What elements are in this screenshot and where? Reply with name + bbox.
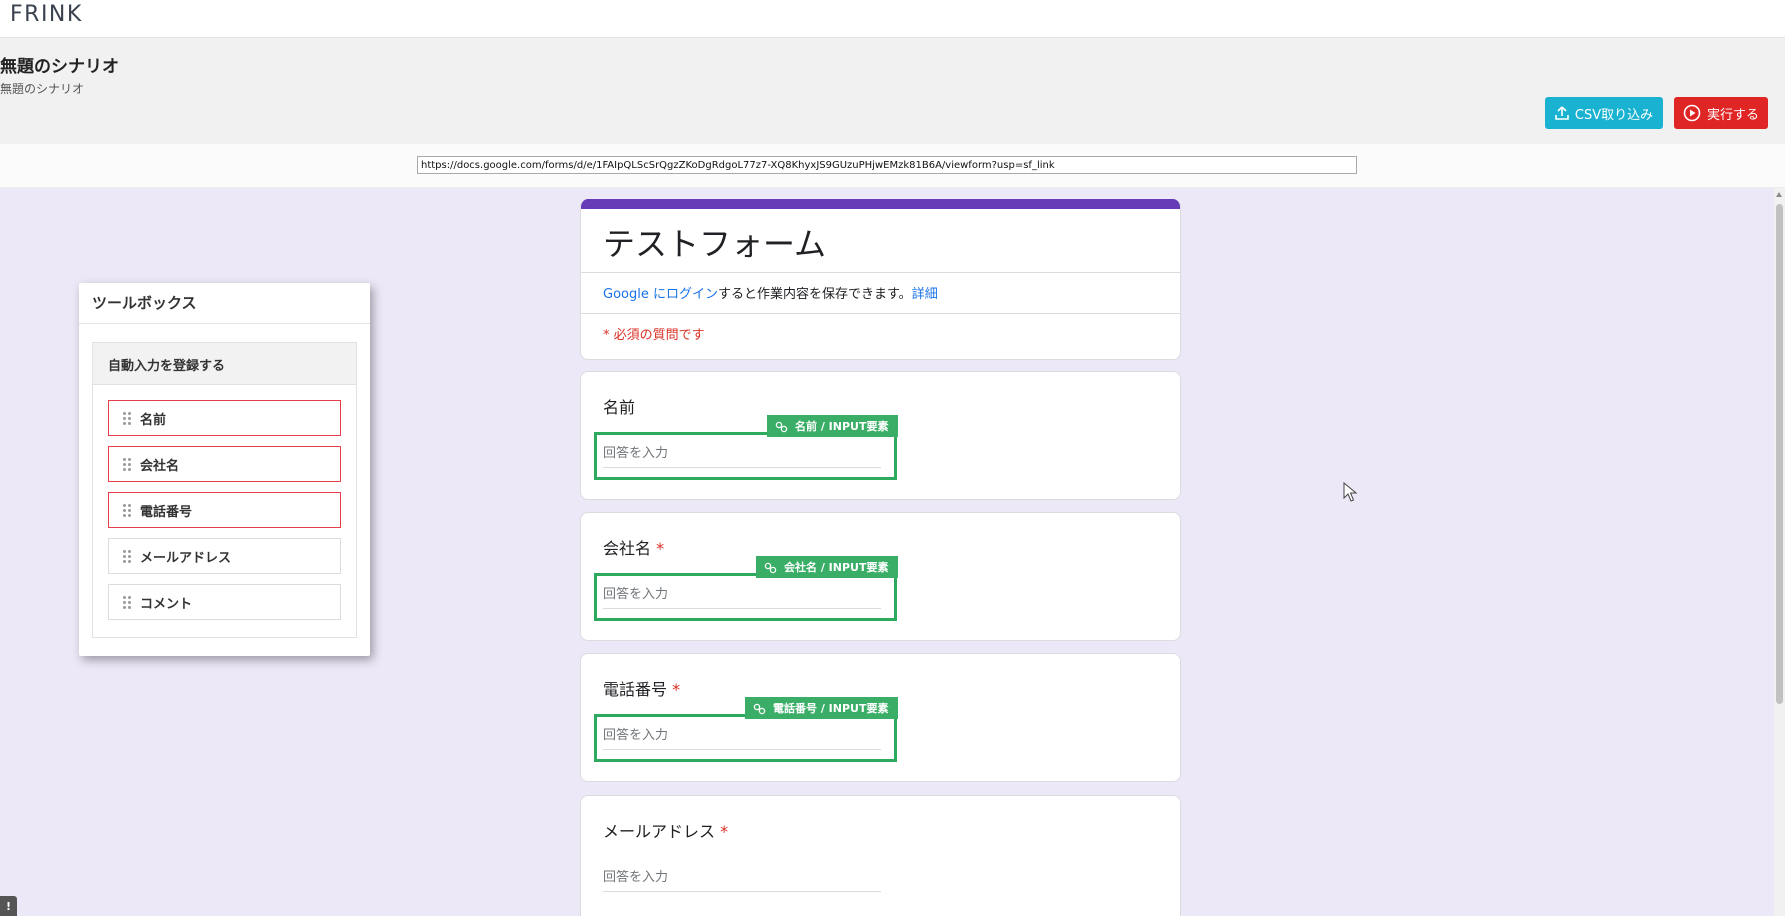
divider [581, 272, 1180, 273]
scenario-subtitle: 無題のシナリオ [0, 82, 85, 96]
toolbox-item-label: メールアドレス [140, 550, 232, 566]
divider [79, 323, 370, 324]
notification-badge[interactable]: ! [0, 896, 17, 916]
name-answer-input[interactable] [603, 442, 881, 468]
play-circle-icon [1683, 104, 1701, 122]
link-icon [775, 421, 788, 432]
login-notice: Google にログインすると作業内容を保存できます。詳細 [603, 283, 938, 302]
toolbox-panel: ツールボックス 自動入力を登録する 名前 会社名 電話番号 メールアドレス コメ… [79, 283, 370, 656]
toolbox-item-comment[interactable]: コメント [108, 584, 341, 620]
question-card-email: メールアドレス * [580, 795, 1181, 916]
drag-handle-icon[interactable] [123, 549, 131, 563]
question-label: 電話番号 [603, 680, 668, 699]
form-accent-bar [581, 199, 1180, 209]
question-title: 名前 [603, 394, 635, 418]
mapping-tag-label: 名前 / INPUT要素 [795, 420, 889, 433]
mapping-tag[interactable]: 会社名 / INPUT要素 [756, 556, 899, 578]
question-label: 名前 [603, 398, 636, 417]
autofill-section: 自動入力を登録する 名前 会社名 電話番号 メールアドレス コメント [92, 342, 357, 638]
question-label: 会社名 [603, 539, 652, 558]
link-icon [764, 562, 777, 573]
csv-import-button[interactable]: CSV取り込み [1545, 97, 1663, 129]
required-note: * 必須の質問です [603, 328, 705, 343]
link-icon [753, 703, 766, 714]
drag-handle-icon[interactable] [123, 457, 131, 471]
form-header-card: テストフォーム Google にログインすると作業内容を保存できます。詳細 * … [580, 199, 1181, 360]
mapping-tag[interactable]: 名前 / INPUT要素 [767, 415, 899, 437]
question-title: 会社名 * [603, 535, 664, 559]
url-bar [0, 144, 1785, 188]
toolbox-item-label: コメント [140, 596, 193, 612]
email-answer-input[interactable] [603, 866, 881, 892]
toolbox-item-phone[interactable]: 電話番号 [108, 492, 341, 528]
form-title: テストフォーム [603, 225, 827, 263]
toolbox-item-label: 名前 [140, 412, 167, 428]
drag-handle-icon[interactable] [123, 595, 131, 609]
scenario-header: 無題のシナリオ 無題のシナリオ [0, 38, 1785, 144]
autofill-section-title: 自動入力を登録する [93, 343, 356, 385]
question-card-phone: 電話番号 * 電話番号 / INPUT要素 [580, 653, 1181, 782]
upload-icon [1555, 106, 1569, 120]
question-label: メールアドレス [603, 822, 716, 841]
company-answer-input[interactable] [603, 583, 881, 609]
toolbox-item-label: 会社名 [140, 458, 180, 474]
csv-import-label: CSV取り込み [1574, 107, 1654, 123]
question-title: 電話番号 * [603, 676, 680, 700]
question-card-company: 会社名 * 会社名 / INPUT要素 [580, 512, 1181, 641]
required-star: * [672, 680, 681, 699]
drag-handle-icon[interactable] [123, 411, 131, 425]
app-header: FRINK [0, 0, 1785, 38]
frink-logo[interactable]: FRINK [10, 2, 83, 27]
mapping-tag-label: 電話番号 / INPUT要素 [773, 702, 889, 715]
toolbox-item-label: 電話番号 [140, 504, 193, 520]
required-star: * [656, 539, 665, 558]
drag-handle-icon[interactable] [123, 503, 131, 517]
mouse-pointer-icon [1343, 482, 1357, 502]
scrollbar-thumb[interactable] [1776, 204, 1783, 704]
login-notice-text: すると作業内容を保存できます。 [717, 287, 912, 302]
scroll-up-arrow-icon[interactable] [1776, 192, 1782, 197]
vertical-scrollbar[interactable] [1774, 188, 1785, 916]
google-login-link[interactable]: Google にログイン [603, 287, 718, 302]
run-button[interactable]: 実行する [1674, 97, 1768, 129]
scenario-title[interactable]: 無題のシナリオ [0, 52, 119, 77]
question-card-name: 名前 名前 / INPUT要素 [580, 371, 1181, 500]
toolbox-title: ツールボックス [92, 294, 197, 312]
toolbox-item-company[interactable]: 会社名 [108, 446, 341, 482]
run-label: 実行する [1706, 107, 1759, 123]
question-title: メールアドレス * [603, 818, 728, 842]
mapping-tag-label: 会社名 / INPUT要素 [784, 561, 889, 574]
toolbox-item-email[interactable]: メールアドレス [108, 538, 341, 574]
toolbox-item-name[interactable]: 名前 [108, 400, 341, 436]
required-star: * [720, 822, 729, 841]
phone-answer-input[interactable] [603, 724, 881, 750]
form-url-input[interactable] [417, 156, 1357, 174]
mapping-tag[interactable]: 電話番号 / INPUT要素 [745, 697, 899, 719]
divider [581, 313, 1180, 314]
details-link[interactable]: 詳細 [912, 287, 938, 302]
